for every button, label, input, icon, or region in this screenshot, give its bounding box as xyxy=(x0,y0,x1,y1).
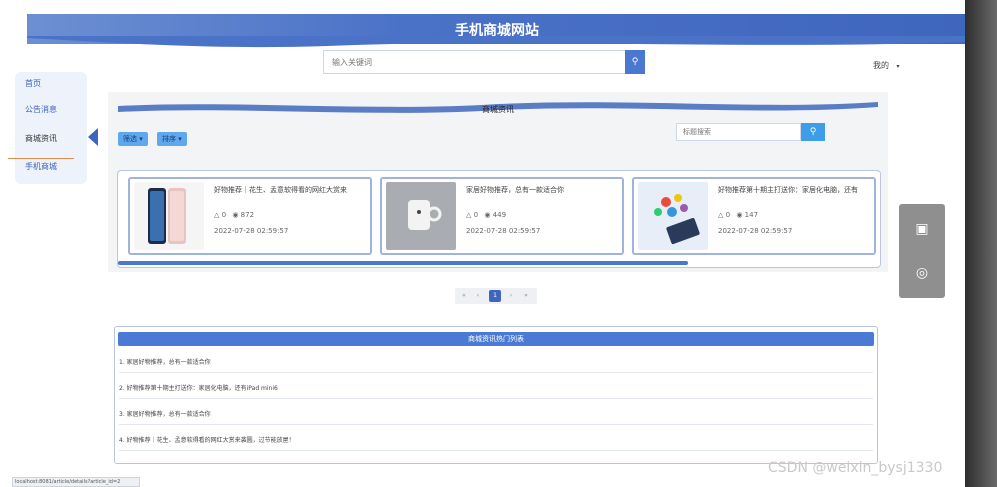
card-likes: 0 xyxy=(725,211,731,219)
pager-first-button[interactable]: « xyxy=(458,290,470,302)
card-views: 449 xyxy=(492,211,507,219)
chevron-right-icon[interactable]: › xyxy=(956,236,966,264)
floating-toolbar: ▣ ◎ xyxy=(899,204,945,298)
card-title: 家居好物推荐，总有一款适合你 xyxy=(466,186,564,194)
page: 手机商城网站 ⚲ 我的 ▾ 首页 公告消息 商城资讯 手机商城 商城资讯 筛选 … xyxy=(0,0,997,487)
user-menu-label: 我的 xyxy=(873,61,889,70)
filter-dropdown[interactable]: 筛选 ▾ xyxy=(118,132,148,146)
news-card[interactable]: 家居好物推荐，总有一款适合你 △ 0 ◉ 449 2022-07-28 02:5… xyxy=(380,177,624,255)
chevron-down-icon: ▾ xyxy=(896,63,900,70)
card-date: 2022-07-28 02:59:57 xyxy=(214,227,289,235)
pager-last-button[interactable]: » xyxy=(520,290,532,302)
sidebar-active-arrow xyxy=(88,128,98,146)
sidebar-active-underline xyxy=(8,158,74,159)
thumb-up-icon: △ xyxy=(214,211,220,219)
pagination: « ‹ 1 › » xyxy=(455,288,537,304)
card-likes: 0 xyxy=(473,211,479,219)
watermark: CSDN @weixin_bysj1330 xyxy=(768,460,943,476)
card-likes: 0 xyxy=(221,211,227,219)
search-icon: ⚲ xyxy=(809,127,817,137)
right-shade xyxy=(965,0,997,487)
browser-status-url: localhost:8081/article/details?article_i… xyxy=(12,477,140,487)
search-icon: ⚲ xyxy=(631,57,639,67)
sidebar-item-news[interactable]: 商城资讯 xyxy=(15,133,87,144)
news-card[interactable]: 好物推荐第十期主打送你：家居化电脑，还有 △ 0 ◉ 147 2022-07-2… xyxy=(632,177,876,255)
camera-icon[interactable]: ▣ xyxy=(913,220,931,238)
card-date: 2022-07-28 02:59:57 xyxy=(466,227,541,235)
card-title: 好物推荐第十期主打送你：家居化电脑，还有 xyxy=(718,186,858,194)
card-views: 872 xyxy=(240,211,255,219)
search-box: ⚲ xyxy=(323,50,645,74)
pager-prev-button[interactable]: ‹ xyxy=(472,290,484,302)
list-title: 商城资讯热门列表 xyxy=(118,332,874,346)
news-carousel: 好物推荐｜花生、孟意软得看的网红大赏来 △ 0 ◉ 872 2022-07-28… xyxy=(117,170,881,268)
hot-news-list: 商城资讯热门列表 1. 家居好物推荐，总有一款适合你 2. 好物推荐第十期主打送… xyxy=(114,326,878,464)
pager-current-page[interactable]: 1 xyxy=(489,290,501,302)
sidebar: 首页 公告消息 商城资讯 手机商城 xyxy=(15,72,87,184)
pager-next-button[interactable]: › xyxy=(505,290,517,302)
filter-label: 筛选 xyxy=(123,135,137,143)
section-title: 商城资讯 xyxy=(482,105,514,114)
sort-label: 排序 xyxy=(162,135,176,143)
news-section: 商城资讯 筛选 ▾ 排序 ▾ 标题搜索 ⚲ 好物推荐｜花生、孟意软得看的网红大赏… xyxy=(108,92,888,272)
sidebar-item-home[interactable]: 首页 xyxy=(15,78,87,89)
user-menu[interactable]: 我的 ▾ xyxy=(873,60,900,71)
card-date: 2022-07-28 02:59:57 xyxy=(718,227,793,235)
eye-icon: ◉ xyxy=(484,211,491,219)
target-icon[interactable]: ◎ xyxy=(913,264,931,282)
sidebar-item-notice[interactable]: 公告消息 xyxy=(15,104,87,115)
list-item[interactable]: 1. 家居好物推荐，总有一款适合你 xyxy=(119,353,873,373)
phone-image xyxy=(134,182,204,250)
eye-icon: ◉ xyxy=(232,211,239,219)
eye-icon: ◉ xyxy=(736,211,743,219)
carousel-scrollbar[interactable] xyxy=(118,261,688,265)
list-item[interactable]: 2. 好物推荐第十期主打送你：家居化电脑，还有iPad mini6 xyxy=(119,379,873,399)
cup-image xyxy=(386,182,456,250)
tablet-image xyxy=(638,182,708,250)
card-stats: △ 0 ◉ 449 xyxy=(466,211,506,219)
search-input[interactable] xyxy=(324,51,626,73)
title-search-input[interactable]: 标题搜索 xyxy=(676,123,801,141)
list-item[interactable]: 3. 家居好物推荐，总有一款适合你 xyxy=(119,405,873,425)
thumb-up-icon: △ xyxy=(718,211,724,219)
sort-dropdown[interactable]: 排序 ▾ xyxy=(157,132,187,146)
sidebar-item-shop[interactable]: 手机商城 xyxy=(15,161,87,172)
title-search-button[interactable]: ⚲ xyxy=(801,123,825,141)
thumb-up-icon: △ xyxy=(466,211,472,219)
search-button[interactable]: ⚲ xyxy=(625,50,645,74)
list-item[interactable]: 4. 好物推荐｜花生、孟意软得看的网红大赏来袭圆，过节能放屋！ xyxy=(119,431,873,451)
card-stats: △ 0 ◉ 872 xyxy=(214,211,254,219)
card-views: 147 xyxy=(744,211,759,219)
card-stats: △ 0 ◉ 147 xyxy=(718,211,758,219)
card-title: 好物推荐｜花生、孟意软得看的网红大赏来 xyxy=(214,186,347,194)
header-wave xyxy=(27,36,967,48)
news-card[interactable]: 好物推荐｜花生、孟意软得看的网红大赏来 △ 0 ◉ 872 2022-07-28… xyxy=(128,177,372,255)
